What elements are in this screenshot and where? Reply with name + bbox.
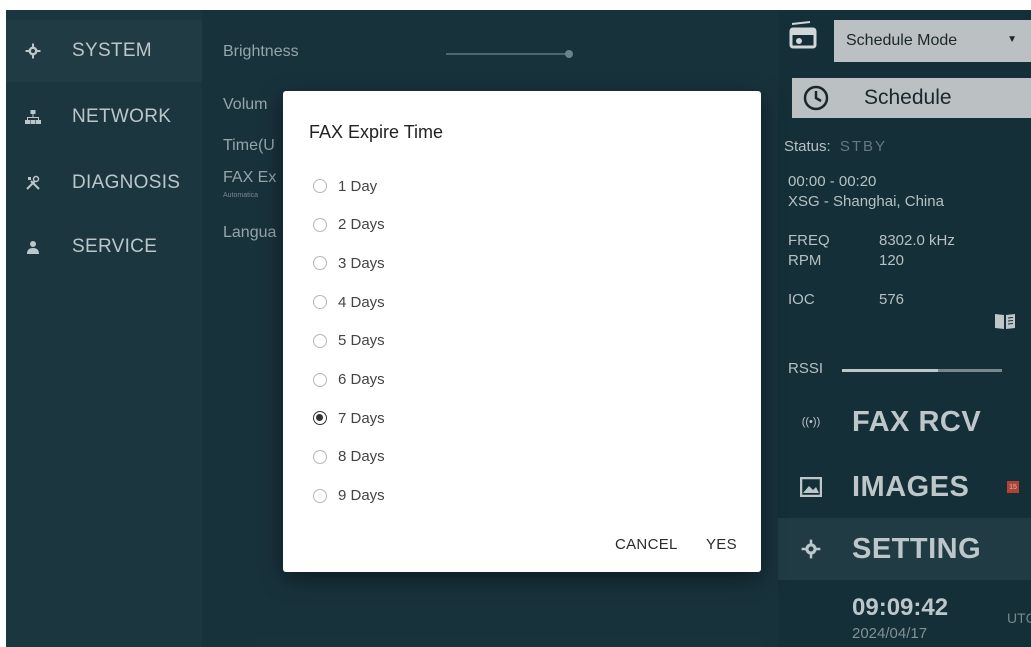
radio-option-label: 5 Days (338, 332, 385, 350)
dialog-title: FAX Expire Time (309, 122, 444, 142)
radio-option-label: 8 Days (338, 448, 385, 466)
radio-option-label: 6 Days (338, 371, 385, 388)
cancel-button[interactable]: CANCEL (615, 536, 678, 553)
radio-option-label: 9 Days (338, 487, 385, 505)
radio-option-label: 4 Days (338, 293, 385, 311)
radio-unchecked-icon[interactable] (313, 333, 327, 348)
radio-unchecked-icon[interactable] (313, 217, 327, 232)
radio-unchecked-icon[interactable] (313, 256, 327, 271)
radio-unchecked-icon[interactable] (313, 449, 327, 464)
radio-option[interactable]: 8 Days (313, 440, 733, 474)
radio-unchecked-icon[interactable] (313, 295, 327, 310)
radio-unchecked-icon[interactable] (313, 179, 327, 193)
radio-unchecked-icon[interactable] (313, 488, 327, 503)
radio-option-label: 7 Days (338, 409, 385, 427)
yes-button[interactable]: YES (706, 536, 737, 553)
radio-option[interactable]: 3 Days (313, 246, 733, 280)
radio-option[interactable]: 6 Days (313, 363, 733, 397)
app-screen: SYSTEM NETWORK DIAGNOSIS SERVICE Brightn… (6, 10, 1031, 647)
fax-expire-dialog: FAX Expire Time 1 Day 2 Days 3 Days 4 Days 5… (283, 91, 761, 572)
radio-checked-icon[interactable] (313, 411, 327, 426)
radio-option-label: 2 Days (338, 216, 385, 234)
radio-option[interactable]: 4 Days (313, 285, 733, 319)
radio-option[interactable]: 2 Days (313, 208, 733, 242)
radio-option[interactable]: 5 Days (313, 324, 733, 358)
radio-option-label: 1 Day (338, 177, 378, 195)
radio-option[interactable]: 1 Day (313, 169, 733, 203)
radio-unchecked-icon[interactable] (313, 372, 327, 387)
radio-option-label: 3 Days (338, 254, 385, 272)
radio-option[interactable]: 9 Days (313, 479, 733, 513)
radio-option[interactable]: 7 Days (313, 401, 733, 435)
